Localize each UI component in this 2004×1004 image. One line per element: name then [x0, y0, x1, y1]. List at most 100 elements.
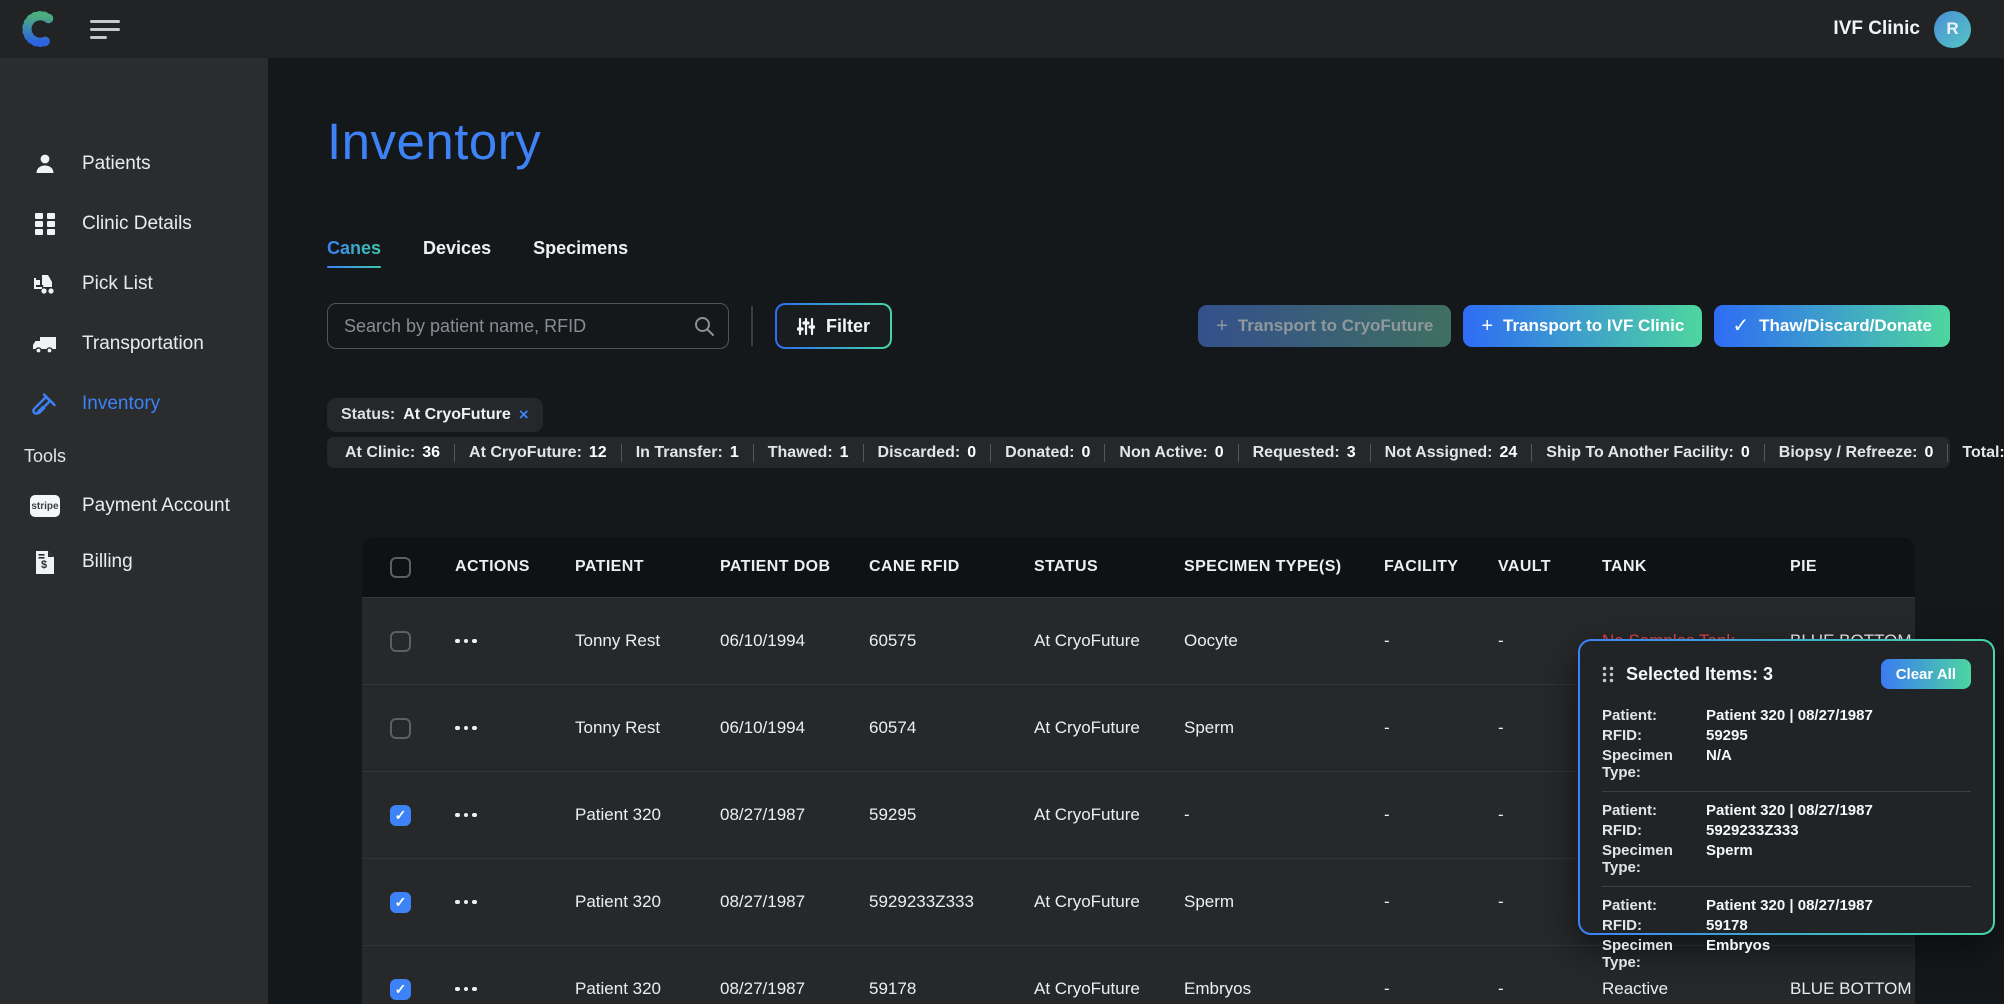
cell-facility: - — [1384, 805, 1498, 825]
patient-value: Patient 320 | 08/27/1987 — [1706, 897, 1971, 914]
cell-facility: - — [1384, 979, 1498, 999]
stat-item: Not Assigned: 24 — [1371, 444, 1533, 462]
invoice-icon: $ — [30, 550, 60, 575]
stat-item: At Clinic: 36 — [331, 444, 455, 462]
row-checkbox[interactable] — [390, 631, 411, 652]
stat-item: Total: 77 — [1948, 444, 2004, 462]
stat-item: Ship To Another Facility: 0 — [1532, 444, 1764, 462]
cell-facility: - — [1384, 892, 1498, 912]
row-actions-icon[interactable] — [455, 726, 575, 731]
header-tank: TANK — [1602, 558, 1790, 576]
header-facility: FACILITY — [1384, 558, 1498, 576]
cell-patient: Patient 320 — [575, 892, 720, 912]
selected-items-list: Patient: Patient 320 | 08/27/1987 RFID: … — [1602, 703, 1971, 981]
search-input[interactable] — [327, 303, 729, 349]
stats-bar: At Clinic: 36 At CryoFuture: 12 In Trans… — [327, 437, 1950, 468]
tab-item[interactable]: Canes — [327, 238, 381, 268]
patient-label: Patient: — [1602, 802, 1706, 819]
stat-item: In Transfer: 1 — [622, 444, 754, 462]
cell-patient: Patient 320 — [575, 979, 720, 999]
menu-icon[interactable] — [90, 20, 120, 39]
rfid-label: RFID: — [1602, 727, 1706, 744]
row-actions-icon[interactable] — [455, 900, 575, 905]
cell-patient-dob: 06/10/1994 — [720, 718, 869, 738]
selected-items-header: Selected Items: 3 Clear All — [1602, 659, 1971, 689]
stat-item: Non Active: 0 — [1105, 444, 1238, 462]
header-patient-dob: PATIENT DOB — [720, 558, 869, 576]
cell-patient-dob: 08/27/1987 — [720, 805, 869, 825]
plus-icon: + — [1216, 316, 1228, 336]
cell-status: At CryoFuture — [1034, 805, 1184, 825]
cell-specimen-types: - — [1184, 805, 1384, 825]
stat-item: At CryoFuture: 12 — [455, 444, 622, 462]
sidebar-section-tools: Tools — [24, 446, 66, 467]
header-patient: PATIENT — [575, 558, 720, 576]
selected-items-title: Selected Items: 3 — [1626, 664, 1773, 685]
sidebar-item-label: Patients — [82, 153, 151, 175]
drag-handle-icon[interactable] — [1602, 666, 1614, 683]
sidebar-item-label: Billing — [82, 551, 133, 573]
row-checkbox[interactable] — [390, 718, 411, 739]
test-tube-icon — [30, 391, 60, 417]
person-icon — [30, 152, 60, 176]
row-actions-icon[interactable] — [455, 639, 575, 644]
rfid-label: RFID: — [1602, 822, 1706, 839]
toolbar: Filter + Transport to CryoFuture + Trans… — [327, 303, 1950, 349]
sidebar-item-pick-list[interactable]: Pick List — [0, 258, 268, 310]
row-actions-icon[interactable] — [455, 813, 575, 818]
cell-specimen-types: Embryos — [1184, 979, 1384, 999]
cell-status: At CryoFuture — [1034, 718, 1184, 738]
chip-close-icon[interactable]: × — [519, 405, 529, 425]
topbar: IVF Clinic R — [0, 0, 2004, 58]
cell-patient: Tonny Rest — [575, 631, 720, 651]
clear-all-button[interactable]: Clear All — [1881, 659, 1971, 689]
stat-item: Discarded: 0 — [864, 444, 992, 462]
tab-item[interactable]: Devices — [423, 238, 491, 268]
sidebar-item-transportation[interactable]: Transportation — [0, 318, 268, 370]
patient-value: Patient 320 | 08/27/1987 — [1706, 802, 1971, 819]
sidebar-item-label: Clinic Details — [82, 213, 192, 235]
brand-logo-icon[interactable] — [20, 10, 58, 48]
header-specimen-types: SPECIMEN TYPE(S) — [1184, 558, 1384, 576]
sidebar: Patients Clinic Details Pick List Transp… — [0, 58, 268, 1004]
specimen-type-label: Specimen Type: — [1602, 937, 1706, 971]
cell-patient-dob: 06/10/1994 — [720, 631, 869, 651]
table-header: ACTIONS PATIENT PATIENT DOB CANE RFID ST… — [362, 537, 1915, 597]
filter-sliders-icon — [797, 317, 815, 336]
sidebar-item-payment-account[interactable]: stripe Payment Account — [0, 480, 268, 532]
cell-pie: BLUE BOTTOM — [1790, 979, 1915, 999]
svg-text:$: $ — [41, 559, 47, 571]
sidebar-item-label: Inventory — [82, 393, 160, 415]
filter-button[interactable]: Filter — [775, 303, 892, 349]
header-vault: VAULT — [1498, 558, 1602, 576]
cell-patient-dob: 08/27/1987 — [720, 892, 869, 912]
row-checkbox[interactable] — [390, 979, 411, 1000]
sidebar-item-inventory[interactable]: Inventory — [0, 378, 268, 430]
patient-label: Patient: — [1602, 897, 1706, 914]
patient-label: Patient: — [1602, 707, 1706, 724]
selected-item: Patient: Patient 320 | 08/27/1987 RFID: … — [1602, 791, 1971, 886]
sidebar-item-billing[interactable]: $ Billing — [0, 536, 268, 588]
transport-to-cryofuture-button[interactable]: + Transport to CryoFuture — [1198, 305, 1451, 347]
specimen-type-value: Sperm — [1706, 842, 1971, 876]
row-actions-icon[interactable] — [455, 987, 575, 992]
transport-to-ivf-clinic-button[interactable]: + Transport to IVF Clinic — [1463, 305, 1702, 347]
thaw-discard-donate-button[interactable]: ✓ Thaw/Discard/Donate — [1714, 305, 1950, 347]
cell-specimen-types: Sperm — [1184, 892, 1384, 912]
page-title: Inventory — [327, 112, 541, 171]
row-checkbox[interactable] — [390, 805, 411, 826]
plus-icon: + — [1481, 316, 1493, 336]
active-filters: Status: At CryoFuture × — [327, 398, 543, 432]
rfid-value: 5929233Z333 — [1706, 822, 1971, 839]
stat-item: Donated: 0 — [991, 444, 1105, 462]
search-wrap — [327, 303, 729, 349]
avatar[interactable]: R — [1934, 11, 1971, 48]
stat-item: Biopsy / Refreeze: 0 — [1765, 444, 1949, 462]
select-all-checkbox[interactable] — [390, 557, 411, 578]
row-checkbox[interactable] — [390, 892, 411, 913]
sidebar-item-patients[interactable]: Patients — [0, 138, 268, 190]
sidebar-item-clinic-details[interactable]: Clinic Details — [0, 198, 268, 250]
header-pie: PIE — [1790, 558, 1915, 576]
header-cane-rfid: CANE RFID — [869, 558, 1034, 576]
tab-item[interactable]: Specimens — [533, 238, 628, 268]
